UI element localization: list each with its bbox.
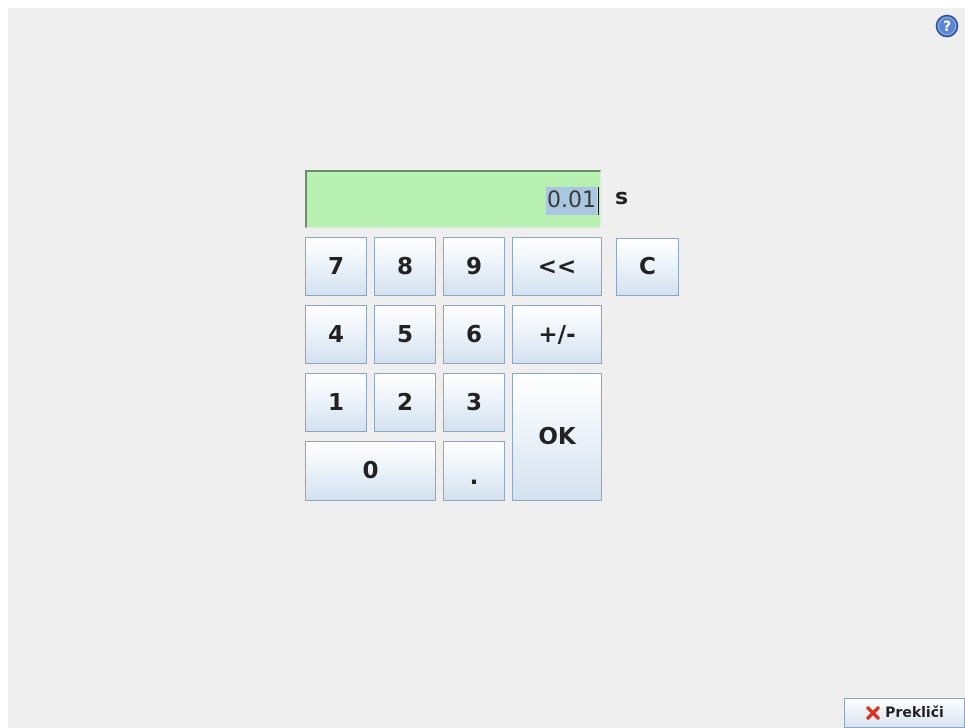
ok-button[interactable]: OK	[512, 373, 602, 501]
sign-toggle-button[interactable]: +/-	[512, 305, 602, 364]
key-6[interactable]: 6	[443, 305, 505, 364]
help-button[interactable]: ?	[935, 14, 959, 38]
close-x-icon	[866, 706, 880, 720]
decimal-point-button[interactable]: .	[443, 441, 505, 501]
key-7[interactable]: 7	[305, 237, 367, 296]
key-8[interactable]: 8	[374, 237, 436, 296]
value-display[interactable]: 0.01	[305, 170, 601, 228]
svg-text:?: ?	[943, 19, 951, 35]
backspace-button[interactable]: <<	[512, 237, 602, 296]
unit-label: s	[615, 185, 629, 210]
cancel-label: Prekliči	[885, 705, 944, 721]
screen-background	[8, 8, 965, 728]
cancel-button[interactable]: Prekliči	[844, 698, 965, 728]
key-2[interactable]: 2	[374, 373, 436, 432]
key-0[interactable]: 0	[305, 441, 436, 501]
key-5[interactable]: 5	[374, 305, 436, 364]
key-1[interactable]: 1	[305, 373, 367, 432]
text-caret	[598, 187, 599, 215]
key-9[interactable]: 9	[443, 237, 505, 296]
display-value: 0.01	[546, 187, 597, 215]
help-icon: ?	[935, 14, 959, 38]
clear-button[interactable]: C	[616, 238, 679, 296]
key-4[interactable]: 4	[305, 305, 367, 364]
key-3[interactable]: 3	[443, 373, 505, 432]
